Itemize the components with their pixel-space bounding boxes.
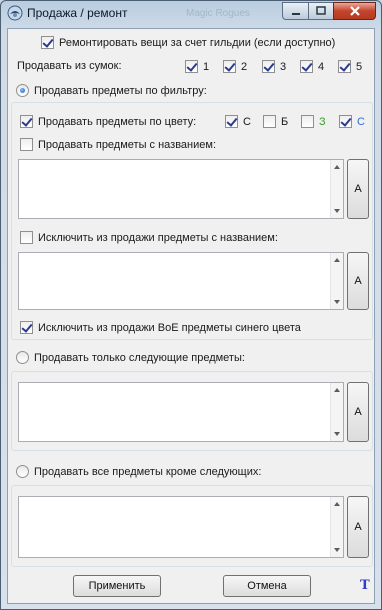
sell-all-except-add-button[interactable]: А xyxy=(347,496,369,558)
maximize-button[interactable] xyxy=(308,2,333,20)
apply-button[interactable]: Применить xyxy=(73,575,161,597)
color-white-checkbox[interactable] xyxy=(225,115,238,128)
scroll-down-icon[interactable] xyxy=(334,548,340,552)
color-white-label: С xyxy=(243,115,251,128)
repair-guild-checkbox[interactable] xyxy=(41,36,54,49)
exclude-boe-option[interactable]: Исключить из продажи BoE предметы синего… xyxy=(20,321,301,334)
window-title: Продажа / ремонт xyxy=(27,6,128,20)
bag-1-checkbox[interactable] xyxy=(185,60,198,73)
minimize-icon xyxy=(291,13,300,15)
exclude-name-checkbox[interactable] xyxy=(20,231,33,244)
bag-2-checkbox[interactable] xyxy=(223,60,236,73)
color-white-option[interactable]: С xyxy=(225,115,251,128)
repair-guild-label: Ремонтировать вещи за счет гильдии (если… xyxy=(59,36,336,49)
sell-all-except-scrollbar[interactable] xyxy=(330,497,343,557)
sell-only-label: Продавать только следующие предметы: xyxy=(34,351,245,364)
exclude-name-list[interactable] xyxy=(18,252,344,310)
sell-by-color-checkbox[interactable] xyxy=(20,115,33,128)
title-bar[interactable]: Продажа / ремонт Magic Rogues xyxy=(1,1,381,27)
bag-5-label: 5 xyxy=(356,60,363,73)
bags-label: Продавать из сумок: xyxy=(17,60,122,72)
sell-by-name-option[interactable]: Продавать предметы с названием: xyxy=(20,138,216,151)
color-b-label: Б xyxy=(281,115,289,128)
exclude-boe-checkbox[interactable] xyxy=(20,321,33,334)
sell-by-name-scrollbar[interactable] xyxy=(330,160,343,218)
scroll-up-icon[interactable] xyxy=(334,258,340,262)
app-icon xyxy=(7,5,23,21)
bag-1-label: 1 xyxy=(203,60,210,73)
filter-mode-option[interactable]: Продавать предметы по фильтру: xyxy=(16,84,207,97)
bag-5-checkbox[interactable] xyxy=(338,60,351,73)
sell-only-group: А xyxy=(11,371,373,451)
close-icon xyxy=(349,6,360,16)
bag-4-label: 4 xyxy=(318,60,325,73)
sell-only-list[interactable] xyxy=(18,382,344,442)
sell-by-color-option[interactable]: Продавать предметы по цвету: xyxy=(20,115,196,128)
color-b-checkbox[interactable] xyxy=(263,115,276,128)
filter-mode-radio[interactable] xyxy=(16,84,29,97)
sell-by-name-checkbox[interactable] xyxy=(20,138,33,151)
cancel-button[interactable]: Отмена xyxy=(223,575,311,597)
dialog-client-area: Ремонтировать вещи за счет гильдии (если… xyxy=(7,28,375,604)
color-blue-option[interactable]: С xyxy=(339,115,365,128)
bag-4-checkbox[interactable] xyxy=(300,60,313,73)
scroll-down-icon[interactable] xyxy=(334,300,340,304)
bags-label-row: Продавать из сумок: xyxy=(17,60,122,72)
exclude-name-add-button[interactable]: А xyxy=(347,252,369,310)
window-ghost-title: Magic Rogues xyxy=(186,8,250,19)
sell-only-option[interactable]: Продавать только следующие предметы: xyxy=(16,351,245,364)
scroll-down-icon[interactable] xyxy=(334,432,340,436)
close-button[interactable] xyxy=(333,2,376,20)
sell-by-color-label: Продавать предметы по цвету: xyxy=(38,115,197,128)
bag-2-label: 2 xyxy=(241,60,248,73)
sell-by-name-label: Продавать предметы с названием: xyxy=(38,138,217,151)
color-green-checkbox[interactable] xyxy=(301,115,314,128)
sell-by-name-add-button[interactable]: А xyxy=(347,159,369,219)
sell-only-add-button[interactable]: А xyxy=(347,382,369,442)
exclude-name-option[interactable]: Исключить из продажи предметы с название… xyxy=(20,231,278,244)
color-blue-checkbox[interactable] xyxy=(339,115,352,128)
bag-2-option[interactable]: 2 xyxy=(223,60,247,73)
sell-only-radio[interactable] xyxy=(16,351,29,364)
bag-3-option[interactable]: 3 xyxy=(262,60,286,73)
exclude-name-scrollbar[interactable] xyxy=(330,253,343,309)
sell-all-except-radio[interactable] xyxy=(16,465,29,478)
bag-3-checkbox[interactable] xyxy=(262,60,275,73)
filter-group: Продавать предметы по цвету: С Б З С Про… xyxy=(11,102,373,340)
sell-all-except-list[interactable] xyxy=(18,496,344,558)
maximize-icon xyxy=(316,6,326,15)
filter-mode-label: Продавать предметы по фильтру: xyxy=(34,84,207,97)
color-green-label: З xyxy=(319,115,326,128)
color-b-option[interactable]: Б xyxy=(263,115,288,128)
sell-all-except-group: А xyxy=(11,485,373,567)
sell-by-name-list[interactable] xyxy=(18,159,344,219)
color-blue-label: С xyxy=(357,115,365,128)
exclude-name-label: Исключить из продажи предметы с название… xyxy=(38,231,278,244)
minimize-button[interactable] xyxy=(282,2,308,20)
color-green-option[interactable]: З xyxy=(301,115,326,128)
bag-4-option[interactable]: 4 xyxy=(300,60,324,73)
scroll-down-icon[interactable] xyxy=(334,209,340,213)
sell-repair-window: Продажа / ремонт Magic Rogues Ремонтиров… xyxy=(0,0,382,610)
repair-guild-option[interactable]: Ремонтировать вещи за счет гильдии (если… xyxy=(41,36,335,49)
bag-1-option[interactable]: 1 xyxy=(185,60,209,73)
bag-5-option[interactable]: 5 xyxy=(338,60,362,73)
scroll-up-icon[interactable] xyxy=(334,502,340,506)
sell-all-except-label: Продавать все предметы кроме следующих: xyxy=(34,465,262,478)
text-t-icon[interactable]: T xyxy=(360,578,370,593)
scroll-up-icon[interactable] xyxy=(334,165,340,169)
scroll-up-icon[interactable] xyxy=(334,388,340,392)
bag-3-label: 3 xyxy=(280,60,287,73)
sell-only-scrollbar[interactable] xyxy=(330,383,343,441)
exclude-boe-label: Исключить из продажи BoE предметы синего… xyxy=(38,321,301,334)
caption-buttons xyxy=(282,2,376,20)
sell-all-except-option[interactable]: Продавать все предметы кроме следующих: xyxy=(16,465,261,478)
